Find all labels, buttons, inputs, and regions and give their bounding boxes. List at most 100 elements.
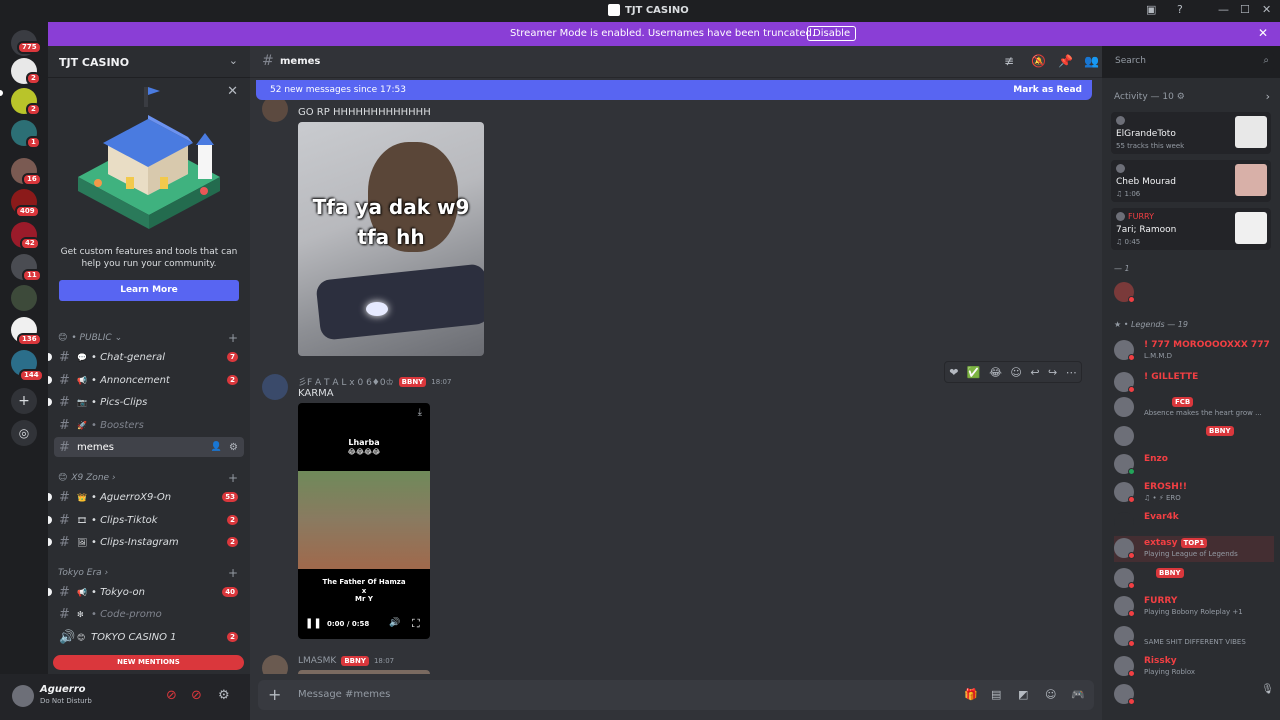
sticker-icon[interactable]: ◩ (1018, 688, 1028, 701)
new-messages-bar[interactable]: 52 new messages since 17:53 Mark as Read (256, 80, 1092, 100)
channel-clips-tiktok[interactable]: # 🎞 • Clips-Tiktok 2 (48, 510, 244, 530)
channel-clips-instagram[interactable]: # 🖼 • Clips-Instagram 2 (48, 532, 244, 552)
category-public[interactable]: 😊 • PUBLIC ⌄ (58, 333, 122, 343)
meme-image[interactable]: Tfa ya dak w9 tfa hh (298, 122, 484, 356)
more-icon[interactable]: ⋯ (1066, 366, 1077, 379)
member-item[interactable]: EROSH!! ♫ • ⚡ ERO (1114, 480, 1274, 506)
explore-icon[interactable]: ◎ (11, 420, 37, 446)
activity-header: Activity — 10 ⚙ (1114, 92, 1185, 102)
video-frame (298, 471, 430, 569)
upload-icon[interactable]: + (268, 685, 281, 704)
member-item[interactable]: ! GILLETTE (1114, 370, 1274, 396)
member-item[interactable]: Evar4k (1114, 510, 1274, 536)
disable-button[interactable]: Disable (807, 26, 857, 41)
laugh-reaction-icon[interactable]: 😂 (989, 366, 1002, 379)
add-channel-icon[interactable]: + (228, 331, 238, 345)
emoji-icon[interactable]: ☺ (1045, 688, 1056, 701)
avatar (1114, 426, 1134, 446)
help-icon[interactable]: ? (1177, 3, 1183, 16)
member-item[interactable]: extasy TOP1 Playing League of Legends (1114, 536, 1274, 562)
channel-chat-general[interactable]: # 💬 • Chat-general 7 (48, 347, 244, 367)
channel-boosters[interactable]: # 🚀 • Boosters (54, 415, 244, 435)
message-input[interactable]: Message #memes (298, 689, 390, 700)
activity-card[interactable]: ElGrandeToto 55 tracks this week (1111, 112, 1271, 154)
category-x9-zone[interactable]: 😊 X9 Zone › (58, 473, 116, 483)
member-item[interactable]: ! 777 MOROOOOXXX 777 L.M.M.D (1114, 338, 1274, 364)
add-channel-icon[interactable]: + (228, 471, 238, 485)
add-channel-icon[interactable]: + (228, 566, 238, 580)
channel-aguerrox9-on[interactable]: # 👑 • AguerroX9-On 53 (48, 487, 244, 507)
avatar[interactable] (12, 685, 34, 707)
category-tokyo-era[interactable]: Tokyo Era › (58, 568, 108, 578)
add-server-icon[interactable]: + (11, 388, 37, 414)
forward-icon[interactable]: ↪ (1048, 366, 1057, 379)
minimize-button[interactable]: — (1218, 3, 1229, 16)
member-item[interactable] (1114, 682, 1274, 708)
channel-tokyo-on[interactable]: # 📢 • Tokyo-on 40 (48, 582, 244, 602)
inbox-icon[interactable]: ▣ (1146, 3, 1156, 16)
heart-reaction-icon[interactable]: ❤ (949, 366, 958, 379)
channel-annoncement[interactable]: # 📢 • Annoncement 2 (48, 370, 244, 390)
unread-indicator (48, 588, 52, 596)
headphones-muted-icon[interactable]: ⊘ (191, 688, 202, 703)
voice-channel-tokyo-casino[interactable]: 🔊 😊 TOKYO CASINO 1 2 (54, 627, 244, 647)
pause-icon[interactable]: ❚❚ (305, 618, 322, 629)
search-input[interactable]: Search ⌕ (1110, 53, 1274, 71)
username[interactable]: 彡F A T A L x 0 6♦0♔ (298, 375, 394, 388)
close-window-button[interactable]: ✕ (1262, 3, 1271, 16)
chevron-right-icon[interactable]: › (1266, 90, 1270, 103)
member-item[interactable]: Rissky Playing Roblox (1114, 654, 1274, 680)
gift-icon[interactable]: 🎁 (964, 688, 978, 701)
channel-pics-clips[interactable]: # 📷 • Pics-Clips (48, 392, 244, 412)
member-name: EROSH!! (1144, 482, 1187, 492)
unread-indicator (48, 516, 52, 524)
video-player[interactable]: ⤓ Lharba 😂😂😂😂 The Father Of Hamza x Mr Y… (298, 403, 430, 639)
channel-code-promo[interactable]: # ❇ • Code-promo (54, 604, 244, 624)
hash-icon: # (59, 606, 70, 622)
threads-icon[interactable]: ≢ (1004, 54, 1014, 68)
add-reaction-icon[interactable]: ☺ (1010, 366, 1021, 379)
server-header[interactable]: TJT CASINO ⌄ (48, 46, 250, 78)
message-composer[interactable]: + Message #memes 🎁 ▤ ◩ ☺ 🎮 (258, 680, 1094, 710)
mic-icon[interactable]: 🎙 (1261, 684, 1274, 695)
notification-muted-icon[interactable]: 🔕 (1031, 54, 1046, 68)
server-icon[interactable] (11, 285, 37, 311)
gif-icon[interactable]: ▤ (991, 688, 1001, 701)
add-member-icon[interactable]: 👤 (211, 442, 222, 452)
member-item[interactable]: SAME SHIT DIFFERENT VIBES (1114, 624, 1274, 650)
activity-card[interactable]: FURRY 7ari; Ramoon ♫ 0:45 (1111, 208, 1271, 250)
member-item[interactable]: FURRY Playing Bobony Roleplay +1 (1114, 594, 1274, 620)
volume-icon[interactable]: 🔊 (389, 618, 400, 628)
pin-icon[interactable]: 📌 (1058, 54, 1073, 68)
mark-as-read-button[interactable]: Mark as Read (1013, 85, 1082, 95)
activities-icon[interactable]: 🎮 (1071, 688, 1085, 701)
avatar[interactable] (262, 655, 288, 674)
avatar[interactable] (262, 374, 288, 400)
gear-icon[interactable]: ⚙ (218, 688, 230, 703)
member-item[interactable] (1114, 280, 1274, 306)
channel-label: memes (77, 441, 114, 453)
member-item[interactable]: Enzo (1114, 452, 1274, 478)
channel-memes[interactable]: # memes 👤 ⚙ (54, 437, 244, 457)
activity-card[interactable]: Cheb Mourad ♫ 1:06 (1111, 160, 1271, 202)
channel-header: # memes ≢ 🔕 📌 👥 (250, 46, 1102, 78)
learn-more-button[interactable]: Learn More (59, 280, 239, 301)
dnd-status-icon (1128, 582, 1135, 589)
member-list-icon[interactable]: 👥 (1084, 54, 1099, 68)
composer-area: + Message #memes 🎁 ▤ ◩ ☺ 🎮 (250, 674, 1102, 720)
maximize-button[interactable]: ☐ (1240, 3, 1250, 16)
hash-icon: # (59, 439, 70, 455)
reply-icon[interactable]: ↩ (1030, 366, 1039, 379)
new-mentions-button[interactable]: NEW MENTIONS (53, 655, 244, 670)
username[interactable]: LMASMK (298, 656, 336, 666)
fullscreen-icon[interactable]: ⛶ (412, 617, 420, 631)
member-item[interactable]: BBNY (1114, 566, 1274, 592)
gear-icon[interactable]: ⚙ (229, 442, 238, 453)
close-icon[interactable]: ✕ (1258, 26, 1268, 40)
download-icon[interactable]: ⤓ (418, 407, 422, 418)
mic-muted-icon[interactable]: ⊘ (166, 688, 177, 703)
check-reaction-icon[interactable]: ✅ (967, 366, 981, 379)
member-item[interactable]: FCB Absence makes the heart grow ... (1114, 395, 1274, 421)
member-item[interactable]: BBNY (1114, 424, 1274, 450)
member-sidebar: Activity — 10 ⚙ › ElGrandeToto 55 tracks… (1102, 78, 1280, 720)
